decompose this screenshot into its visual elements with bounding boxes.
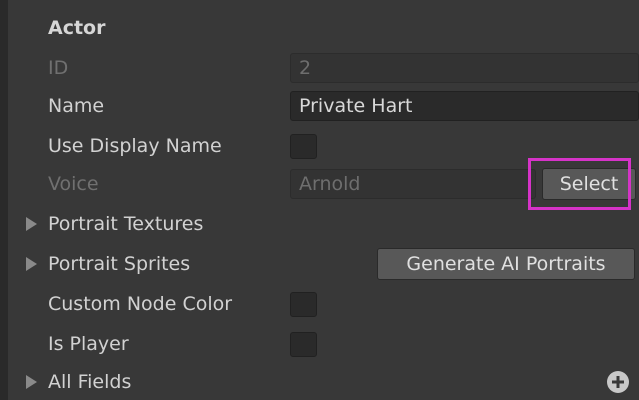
- inspector-left-gutter: [0, 0, 8, 400]
- generate-ai-portraits-button[interactable]: Generate AI Portraits: [377, 248, 635, 280]
- name-field[interactable]: Private Hart: [290, 91, 639, 121]
- select-button-highlight: [528, 158, 631, 210]
- triangle-right-icon[interactable]: [26, 375, 37, 389]
- actor-header-row: Actor: [8, 8, 639, 48]
- custom-node-color-label: Custom Node Color: [48, 293, 233, 315]
- name-label: Name: [48, 95, 105, 117]
- triangle-right-icon[interactable]: [26, 257, 37, 271]
- is-player-checkbox[interactable]: [290, 332, 317, 357]
- is-player-label: Is Player: [48, 333, 129, 355]
- id-field: 2: [290, 53, 639, 83]
- voice-label: Voice: [48, 173, 99, 195]
- portrait-textures-row[interactable]: Portrait Textures: [8, 204, 639, 244]
- triangle-right-icon[interactable]: [26, 217, 37, 231]
- is-player-row: Is Player: [8, 324, 639, 364]
- id-label: ID: [48, 57, 69, 79]
- all-fields-label[interactable]: All Fields: [48, 370, 131, 394]
- id-row: ID 2: [8, 48, 639, 88]
- plus-circle-icon[interactable]: [607, 371, 629, 393]
- use-display-name-checkbox[interactable]: [290, 134, 317, 159]
- portrait-textures-label[interactable]: Portrait Textures: [48, 212, 203, 236]
- name-row: Name Private Hart: [8, 86, 639, 126]
- all-fields-row[interactable]: All Fields: [8, 362, 639, 400]
- section-title: Actor: [48, 17, 106, 39]
- use-display-name-label: Use Display Name: [48, 135, 222, 157]
- voice-field: Arnold: [290, 169, 536, 199]
- portrait-sprites-row[interactable]: Portrait Sprites Generate AI Portraits: [8, 244, 639, 284]
- custom-node-color-checkbox[interactable]: [290, 292, 317, 317]
- custom-node-color-row: Custom Node Color: [8, 284, 639, 324]
- portrait-sprites-label[interactable]: Portrait Sprites: [48, 252, 190, 276]
